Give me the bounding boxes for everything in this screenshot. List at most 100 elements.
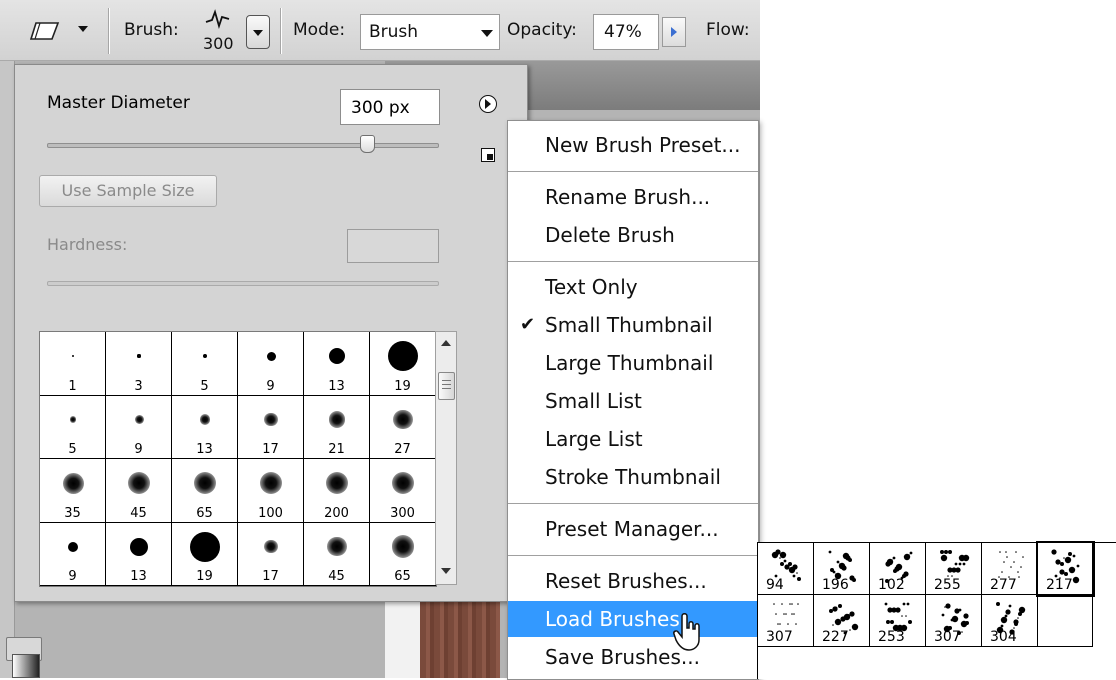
eraser-icon[interactable] <box>28 20 62 47</box>
brush-preset[interactable]: 5 <box>40 395 106 459</box>
brush-preset[interactable]: 9 <box>238 332 304 396</box>
splatter-brush-preset[interactable]: 102 <box>870 543 926 595</box>
opacity-value: 47% <box>604 22 642 42</box>
opacity-label: Opacity: <box>507 20 577 40</box>
menu-item-delete-brush[interactable]: Delete Brush <box>508 217 758 253</box>
hardness-input[interactable] <box>347 229 439 263</box>
brush-preset[interactable]: 3 <box>106 332 172 396</box>
brush-tip-preview <box>130 537 148 556</box>
menu-item-label: Large Thumbnail <box>545 351 714 375</box>
splatter-preset-size: 217 <box>1046 577 1073 593</box>
brush-preset[interactable]: 45 <box>304 522 370 586</box>
use-sample-size-button[interactable]: Use Sample Size <box>39 175 217 207</box>
brush-preset-size: 17 <box>262 569 279 584</box>
brush-preset-size: 9 <box>68 569 77 584</box>
brush-tip-preview <box>259 471 283 495</box>
menu-separator <box>508 171 758 172</box>
brush-preset-size: 100 <box>258 505 283 521</box>
splatter-brush-preset[interactable]: 307 <box>926 595 982 647</box>
new-preset-icon[interactable] <box>481 148 495 162</box>
brush-tip-preview <box>393 409 413 430</box>
menu-item-rename-brush[interactable]: Rename Brush... <box>508 179 758 215</box>
splatter-brush-preset[interactable]: 227 <box>814 595 870 647</box>
brush-preset[interactable]: 13 <box>106 522 172 586</box>
splatter-brush-preset[interactable]: 196 <box>814 543 870 595</box>
brush-picker-button[interactable] <box>246 15 270 49</box>
brush-tip-preview <box>202 353 208 359</box>
brush-tip-preview <box>391 471 415 495</box>
menu-separator <box>508 261 758 262</box>
brush-preset[interactable]: 5 <box>172 332 238 396</box>
master-diameter-slider-thumb[interactable] <box>359 135 375 153</box>
flyout-arrow-icon[interactable] <box>479 95 497 113</box>
mode-select[interactable]: Brush <box>360 14 500 50</box>
master-diameter-input[interactable]: 300 px <box>340 89 440 125</box>
brush-tip-preview <box>134 415 144 424</box>
gradient-tool-icon[interactable] <box>12 654 40 678</box>
brush-preset[interactable]: 9 <box>106 395 172 459</box>
splatter-brush-preset[interactable]: 253 <box>870 595 926 647</box>
splatter-brush-preset[interactable]: 304 <box>982 595 1038 647</box>
menu-item-stroke-thumbnail[interactable]: Stroke Thumbnail <box>508 459 758 495</box>
menu-item-load-brushes[interactable]: Load Brushes... <box>508 601 758 637</box>
splatter-preset-size: 196 <box>822 577 849 593</box>
menu-item-reset-brushes[interactable]: Reset Brushes... <box>508 563 758 599</box>
flow-label: Flow: <box>706 20 750 40</box>
brush-preset-size: 1 <box>68 378 77 394</box>
splatter-brush-preset[interactable]: 94 <box>758 543 814 595</box>
splatter-preset-size: 227 <box>822 629 849 645</box>
menu-item-label: Delete Brush <box>545 223 675 247</box>
brush-preset[interactable]: 100 <box>238 459 304 523</box>
brush-preset[interactable]: 21 <box>304 395 370 459</box>
brush-preset[interactable]: 19 <box>370 332 436 396</box>
brush-preset[interactable]: 27 <box>370 395 436 459</box>
splatter-preset-size: 307 <box>934 629 961 645</box>
hand-cursor-icon <box>672 612 706 656</box>
brush-preset[interactable]: 65 <box>370 522 436 586</box>
brush-preset[interactable]: 45 <box>106 459 172 523</box>
menu-item-large-thumbnail[interactable]: Large Thumbnail <box>508 345 758 381</box>
menu-item-new-brush-preset[interactable]: New Brush Preset... <box>508 127 758 163</box>
menu-item-label: New Brush Preset... <box>545 133 741 157</box>
brush-preset[interactable]: 35 <box>40 459 106 523</box>
splatter-brush-preset[interactable]: 217 <box>1036 541 1095 597</box>
brush-preset[interactable]: 65 <box>172 459 238 523</box>
brush-preset[interactable]: 13 <box>172 395 238 459</box>
brush-tip-icon[interactable] <box>202 8 234 37</box>
scroll-down-icon[interactable] <box>441 568 451 574</box>
brush-preset-grid: 1 3 5 9 13 19 5 9 13 17 21 27 35 45 65 100 200 300 9 13 19 17… <box>39 331 437 587</box>
brush-preset[interactable]: 200 <box>304 459 370 523</box>
menu-item-save-brushes[interactable]: Save Brushes... <box>508 639 758 675</box>
menu-item-preset-manager[interactable]: Preset Manager... <box>508 511 758 547</box>
tool-preset-dropdown-icon[interactable] <box>78 26 88 32</box>
brush-tip-preview <box>69 416 77 423</box>
scroll-thumb[interactable] <box>438 372 455 400</box>
brush-preset[interactable]: 300 <box>370 459 436 523</box>
brush-preset[interactable]: 19 <box>172 522 238 586</box>
splatter-preset-size: 94 <box>766 577 784 593</box>
master-diameter-slider[interactable] <box>47 143 439 148</box>
brush-preset-size: 300 <box>390 505 415 521</box>
brush-tip-preview <box>127 471 151 495</box>
brush-tip-preview <box>264 539 278 554</box>
splatter-brush-preset[interactable]: 277 <box>982 543 1038 595</box>
brush-preset-size: 9 <box>134 442 143 457</box>
opacity-slider-button[interactable] <box>662 17 686 47</box>
brush-preset[interactable]: 9 <box>40 522 106 586</box>
brush-preset[interactable]: 17 <box>238 522 304 586</box>
splatter-brush-preset[interactable]: 255 <box>926 543 982 595</box>
menu-item-small-list[interactable]: Small List <box>508 383 758 419</box>
brush-preset[interactable]: 1 <box>40 332 106 396</box>
menu-item-text-only[interactable]: Text Only <box>508 269 758 305</box>
splatter-brush-preset[interactable]: 307 <box>758 595 814 647</box>
opacity-input[interactable]: 47% <box>593 14 659 50</box>
scroll-up-icon[interactable] <box>441 340 451 346</box>
brush-preset[interactable]: 17 <box>238 395 304 459</box>
preset-scrollbar[interactable] <box>435 331 457 585</box>
menu-item-large-list[interactable]: Large List <box>508 421 758 457</box>
mode-label: Mode: <box>293 20 346 40</box>
hardness-slider[interactable] <box>47 281 439 286</box>
brush-preset-size: 21 <box>328 442 345 457</box>
menu-item-small-thumbnail[interactable]: ✔ Small Thumbnail <box>508 307 758 343</box>
brush-preset[interactable]: 13 <box>304 332 370 396</box>
